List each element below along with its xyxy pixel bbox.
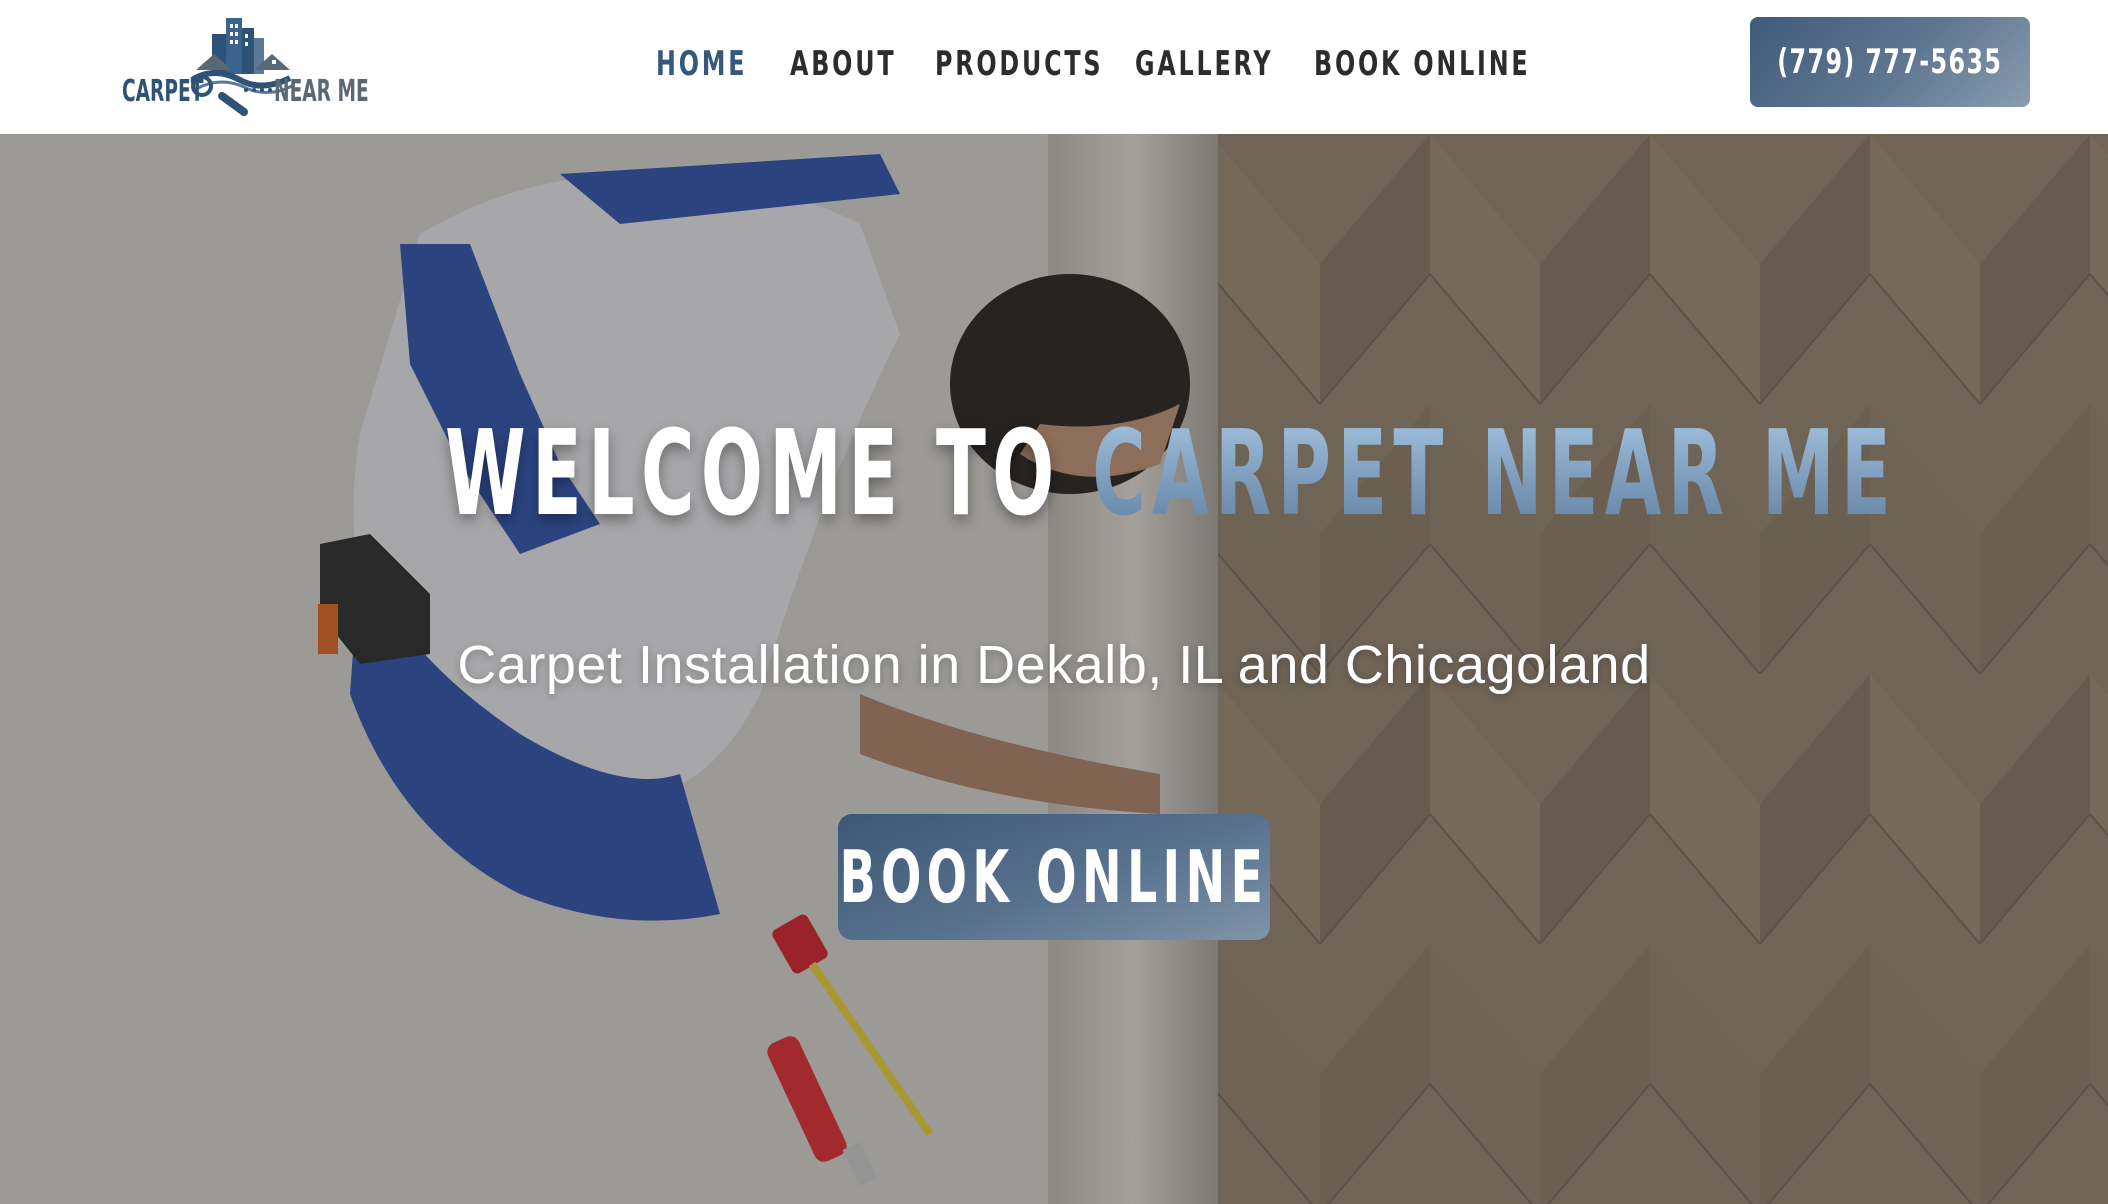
hero-title-accent: CARPET NEAR ME — [1092, 404, 1898, 542]
site-logo[interactable]: CARPET NEAR ME — [122, 8, 369, 120]
cta-button-label: BOOK ONLINE — [839, 835, 1269, 919]
site-header: CARPET NEAR ME HOME ABOUT PRODUCTS GALLE… — [0, 0, 2108, 134]
logo-text-left: CARPET — [122, 74, 204, 109]
nav-item-products[interactable]: PRODUCTS — [935, 44, 1103, 84]
logo-text-right: NEAR ME — [274, 74, 369, 109]
book-online-cta-button[interactable]: BOOK ONLINE — [838, 814, 1270, 940]
hero-section: WELCOME TO CARPET NEAR ME Carpet Install… — [0, 134, 2108, 1204]
nav-item-book-online[interactable]: BOOK ONLINE — [1314, 44, 1530, 84]
hero-title-white: WELCOME TO — [444, 404, 1061, 542]
nav-item-about[interactable]: ABOUT — [790, 44, 896, 84]
phone-button-label: (779) 777-5635 — [1777, 42, 2003, 82]
hero-title: WELCOME TO CARPET NEAR ME — [0, 404, 2108, 542]
nav-item-gallery[interactable]: GALLERY — [1135, 44, 1273, 84]
phone-call-button[interactable]: (779) 777-5635 — [1750, 17, 2030, 107]
hero-subtitle: Carpet Installation in Dekalb, IL and Ch… — [457, 635, 1651, 695]
nav-item-home[interactable]: HOME — [656, 44, 747, 84]
